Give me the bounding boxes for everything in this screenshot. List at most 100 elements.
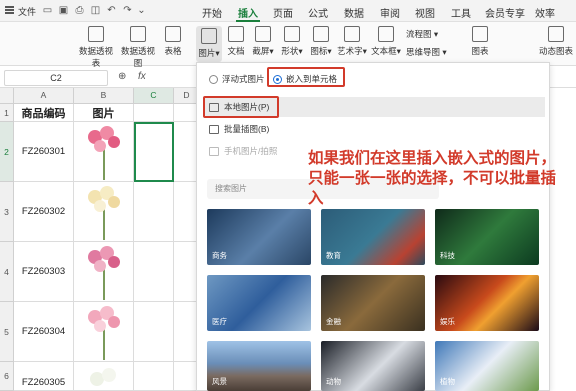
save-icon[interactable]: ▣ bbox=[58, 5, 69, 16]
cell-image[interactable] bbox=[74, 302, 134, 362]
category-label: 动物 bbox=[326, 377, 341, 386]
document-button[interactable]: 文档 bbox=[226, 26, 246, 57]
cell-c5[interactable] bbox=[134, 302, 174, 362]
float-picture-option[interactable]: 浮动式图片 bbox=[209, 73, 265, 85]
row-header-4[interactable]: 4 bbox=[0, 242, 14, 302]
chart-button[interactable]: 图表 bbox=[470, 26, 490, 57]
flowchart-label: 流程图 bbox=[406, 29, 432, 39]
category-entertainment[interactable]: 娱乐 bbox=[435, 275, 539, 331]
phone-icon bbox=[209, 146, 219, 156]
icons-icon bbox=[313, 26, 329, 42]
chevron-down-icon[interactable]: ⌄ bbox=[136, 5, 147, 16]
shape-button[interactable]: 形状▾ bbox=[280, 26, 304, 57]
undo-icon[interactable]: ↶ bbox=[106, 5, 117, 16]
row-header-6[interactable]: 6 bbox=[0, 362, 14, 391]
category-label: 教育 bbox=[326, 251, 341, 260]
tab-formula[interactable]: 公式 bbox=[308, 5, 328, 20]
tab-view[interactable]: 视图 bbox=[415, 5, 435, 20]
table-button[interactable]: 表格 bbox=[162, 26, 184, 57]
category-label: 科技 bbox=[440, 251, 455, 260]
category-finance[interactable]: 金融 bbox=[321, 275, 425, 331]
cell-code[interactable]: FZ260303 bbox=[14, 242, 74, 302]
cell-image[interactable] bbox=[74, 242, 134, 302]
cell-image[interactable] bbox=[74, 122, 134, 182]
tab-tools[interactable]: 工具 bbox=[451, 5, 471, 20]
cell-c2-selected[interactable] bbox=[134, 122, 174, 182]
embed-in-cell-option[interactable]: 嵌入到单元格 bbox=[273, 73, 337, 85]
cell-code[interactable]: FZ260304 bbox=[14, 302, 74, 362]
column-header-c[interactable]: C bbox=[134, 88, 174, 104]
cell-code[interactable]: FZ260301 bbox=[14, 122, 74, 182]
flowchart-button[interactable]: 流程图 ▾ bbox=[406, 28, 446, 40]
cell-c3[interactable] bbox=[134, 182, 174, 242]
category-scenery[interactable]: 风景 bbox=[207, 341, 311, 391]
tab-review[interactable]: 审阅 bbox=[380, 5, 400, 20]
cell-image[interactable] bbox=[74, 182, 134, 242]
tab-member[interactable]: 会员专享 bbox=[485, 5, 525, 20]
screenshot-button[interactable]: 截屏▾ bbox=[251, 26, 275, 57]
category-business[interactable]: 商务 bbox=[207, 209, 311, 265]
icon-button[interactable]: 图标▾ bbox=[309, 26, 333, 57]
fx-icon[interactable]: fx bbox=[138, 71, 146, 82]
category-label: 商务 bbox=[212, 251, 227, 260]
flower-image bbox=[82, 362, 126, 391]
highlight-box-local bbox=[203, 96, 279, 118]
tab-insert[interactable]: 插入 bbox=[236, 5, 260, 22]
column-header-a[interactable]: A bbox=[14, 88, 74, 104]
pivot-chart-button[interactable]: 数据透视图 bbox=[118, 26, 158, 69]
chart-icon bbox=[472, 26, 488, 42]
textbox-button[interactable]: 文本框▾ bbox=[371, 26, 401, 57]
tab-home[interactable]: 开始 bbox=[202, 5, 222, 20]
category-education[interactable]: 教育 bbox=[321, 209, 425, 265]
tab-efficiency[interactable]: 效率 bbox=[535, 5, 555, 20]
row-header-1[interactable]: 1 bbox=[0, 104, 14, 122]
category-label: 医疗 bbox=[212, 317, 227, 326]
zoom-icon[interactable]: ⊕ bbox=[118, 71, 126, 82]
mindmap-button[interactable]: 思维导图 ▾ bbox=[406, 46, 454, 58]
wordart-button[interactable]: 艺术字▾ bbox=[337, 26, 367, 57]
dynamic-chart-button[interactable]: 动态图表 bbox=[538, 26, 574, 57]
document-label: 文档 bbox=[227, 46, 245, 56]
header-cell-image[interactable]: 图片 bbox=[74, 104, 134, 122]
row-header-5[interactable]: 5 bbox=[0, 302, 14, 362]
document-icon bbox=[228, 26, 244, 42]
cell-c6[interactable] bbox=[134, 362, 174, 391]
file-menu[interactable]: 文件 bbox=[18, 5, 36, 18]
cell-c4[interactable] bbox=[134, 242, 174, 302]
shape-icon bbox=[284, 26, 300, 42]
tab-page[interactable]: 页面 bbox=[273, 5, 293, 20]
column-header-b[interactable]: B bbox=[74, 88, 134, 104]
category-plants[interactable]: 植物 bbox=[435, 341, 539, 391]
open-icon[interactable]: ▭ bbox=[42, 5, 53, 16]
cell-c1[interactable] bbox=[134, 104, 174, 122]
menu-icon[interactable] bbox=[5, 6, 14, 14]
cell-code[interactable]: FZ260302 bbox=[14, 182, 74, 242]
select-all-corner[interactable] bbox=[0, 88, 14, 104]
print-icon[interactable]: ⎙ bbox=[74, 5, 85, 16]
pivot-table-button[interactable]: 数据透视表 bbox=[76, 26, 116, 69]
table-icon bbox=[165, 26, 181, 42]
batch-insert-item[interactable]: 批量插图(B) bbox=[203, 119, 545, 139]
category-medical[interactable]: 医疗 bbox=[207, 275, 311, 331]
header-cell-code[interactable]: 商品编码 bbox=[14, 104, 74, 122]
wordart-icon bbox=[344, 26, 360, 42]
category-tech[interactable]: 科技 bbox=[435, 209, 539, 265]
cell-image[interactable] bbox=[74, 362, 134, 391]
row-header-3[interactable]: 3 bbox=[0, 182, 14, 242]
preview-icon[interactable]: ◫ bbox=[90, 5, 101, 16]
redo-icon[interactable]: ↷ bbox=[122, 5, 133, 16]
pivot-table-label: 数据透视表 bbox=[78, 46, 113, 68]
flower-image bbox=[82, 124, 126, 180]
flower-image bbox=[82, 244, 126, 300]
cell-code[interactable]: FZ260305 bbox=[14, 362, 74, 391]
picture-button[interactable]: 图片▾ bbox=[196, 26, 222, 62]
category-animals[interactable]: 动物 bbox=[321, 341, 425, 391]
tab-data[interactable]: 数据 bbox=[344, 5, 364, 20]
row-header-2[interactable]: 2 bbox=[0, 122, 14, 182]
name-box[interactable]: C2 bbox=[4, 70, 108, 86]
category-label: 娱乐 bbox=[440, 317, 455, 326]
textbox-icon bbox=[378, 26, 394, 42]
screenshot-label: 截屏 bbox=[252, 46, 270, 56]
float-picture-label: 浮动式图片 bbox=[222, 74, 265, 84]
pivot-table-icon bbox=[88, 26, 104, 42]
